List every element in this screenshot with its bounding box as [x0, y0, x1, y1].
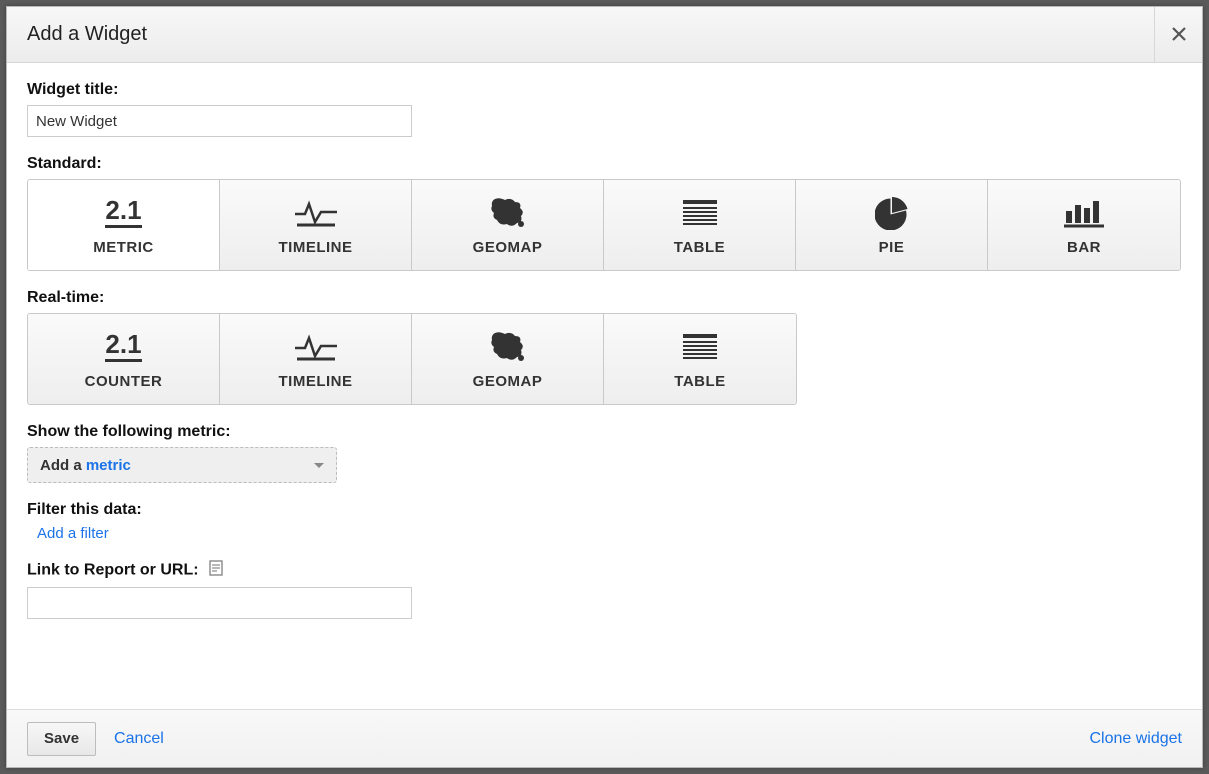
geomap-icon: [487, 329, 529, 365]
cancel-link[interactable]: Cancel: [114, 730, 164, 748]
tile-label: TABLE: [674, 239, 725, 256]
tile-counter[interactable]: 2.1 COUNTER: [28, 314, 220, 404]
counter-number-icon: 2.1: [105, 329, 141, 365]
metric-select[interactable]: Add a metric: [27, 447, 337, 483]
standard-section: Standard: 2.1 METRIC TIMELINE: [27, 155, 1182, 271]
dialog-title: Add a Widget: [27, 23, 147, 46]
add-widget-dialog: Add a Widget Widget title: Standard: 2.1: [6, 6, 1203, 768]
link-report-section: Link to Report or URL:: [27, 560, 1182, 619]
tile-label: METRIC: [93, 239, 154, 256]
tile-label: TIMELINE: [279, 373, 353, 390]
standard-label: Standard:: [27, 155, 1182, 173]
realtime-tiles: 2.1 COUNTER TIMELINE: [27, 313, 797, 405]
save-button[interactable]: Save: [27, 722, 96, 756]
filter-label: Filter this data:: [27, 501, 1182, 519]
tile-bar[interactable]: BAR: [988, 180, 1180, 270]
timeline-icon: [293, 195, 339, 231]
close-icon: [1171, 22, 1187, 48]
tile-geomap[interactable]: GEOMAP: [412, 180, 604, 270]
chevron-down-icon: [314, 463, 324, 468]
footer-left: Save Cancel: [27, 722, 164, 756]
geomap-icon: [487, 195, 529, 231]
tile-label: GEOMAP: [473, 373, 543, 390]
dialog-header: Add a Widget: [7, 7, 1202, 63]
table-icon: [680, 329, 720, 365]
realtime-section: Real-time: 2.1 COUNTER TIMELINE: [27, 289, 1182, 405]
widget-title-input[interactable]: [27, 105, 412, 137]
metric-select-text: Add a metric: [40, 457, 131, 474]
add-filter-link[interactable]: Add a filter: [27, 525, 1182, 542]
standard-tiles: 2.1 METRIC TIMELINE: [27, 179, 1181, 271]
tile-label: GEOMAP: [473, 239, 543, 256]
bar-icon: [1062, 195, 1106, 231]
table-icon: [680, 195, 720, 231]
tile-label: TIMELINE: [279, 239, 353, 256]
realtime-label: Real-time:: [27, 289, 1182, 307]
widget-title-label: Widget title:: [27, 81, 1182, 99]
tile-timeline[interactable]: TIMELINE: [220, 180, 412, 270]
tile-label: COUNTER: [85, 373, 163, 390]
link-report-label: Link to Report or URL:: [27, 560, 1182, 581]
tile-label: BAR: [1067, 239, 1101, 256]
tile-rt-table[interactable]: TABLE: [604, 314, 796, 404]
report-picker-icon[interactable]: [209, 560, 223, 581]
metric-label: Show the following metric:: [27, 423, 1182, 441]
tile-rt-geomap[interactable]: GEOMAP: [412, 314, 604, 404]
widget-title-section: Widget title:: [27, 81, 1182, 137]
clone-widget-link[interactable]: Clone widget: [1090, 730, 1183, 748]
filter-section: Filter this data: Add a filter: [27, 501, 1182, 542]
dialog-body: Widget title: Standard: 2.1 METRIC: [7, 63, 1202, 709]
pie-icon: [875, 195, 909, 231]
dialog-footer: Save Cancel Clone widget: [7, 709, 1202, 767]
timeline-icon: [293, 329, 339, 365]
close-button[interactable]: [1154, 7, 1202, 63]
tile-pie[interactable]: PIE: [796, 180, 988, 270]
metric-section: Show the following metric: Add a metric: [27, 423, 1182, 483]
tile-label: TABLE: [674, 373, 725, 390]
tile-metric[interactable]: 2.1 METRIC: [28, 180, 220, 270]
link-report-input[interactable]: [27, 587, 412, 619]
metric-number-icon: 2.1: [105, 195, 141, 231]
tile-label: PIE: [879, 239, 905, 256]
tile-rt-timeline[interactable]: TIMELINE: [220, 314, 412, 404]
tile-table[interactable]: TABLE: [604, 180, 796, 270]
